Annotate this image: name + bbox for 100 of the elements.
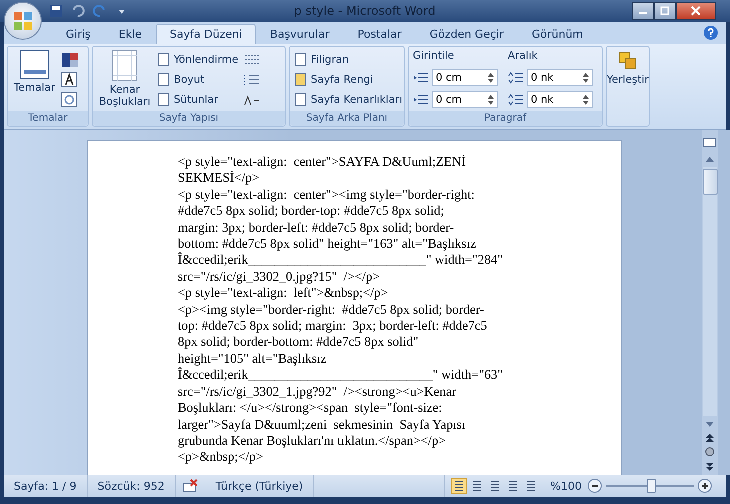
document-text-line: src="/rs/ic/gi_3302_0.jpg?15" /></p> (178, 268, 380, 286)
group-label: Sayfa Yapısı (93, 111, 285, 126)
spin-field[interactable]: 0 cm (432, 91, 498, 108)
document-text-line: bottom: #dde7c5 8px solid" height="163" alt="Başlıksız (178, 236, 476, 252)
zoom-out-button[interactable] (588, 479, 602, 493)
indent-left-icon (413, 70, 429, 84)
zoom-in-button[interactable] (698, 479, 712, 493)
page-lines-icon (470, 480, 483, 492)
group-label: Temalar (8, 111, 88, 126)
browse-object-button[interactable] (703, 446, 717, 458)
document-text-line: 8px solid; border-bottom: #dde7c5 8px solid" (178, 334, 419, 351)
document-text-line: margin: 3px; border-left: #dde7c5 8px solid; border- (178, 220, 454, 236)
page-lines-icon (452, 480, 465, 492)
margins-button[interactable]: Kenar Boşlukları (97, 50, 153, 111)
theme-effects-button[interactable] (61, 90, 80, 109)
plus-icon (701, 482, 709, 490)
ribbon-tab[interactable]: Giriş (52, 24, 105, 44)
page-lines-icon (488, 480, 501, 492)
dropdown-arrow-icon (118, 7, 126, 15)
page-setup-option[interactable]: Boyut (157, 70, 239, 89)
undo-button[interactable] (70, 3, 86, 19)
group-label: Paragraf (409, 111, 602, 126)
help-button[interactable] (704, 26, 718, 40)
themes-button[interactable]: Temalar (12, 50, 58, 111)
spin-field[interactable]: 0 nk (527, 69, 593, 86)
document-text-line: larger">Sayfa D&uuml;zeni sekmesinin Sayfa Yapısı (178, 416, 466, 433)
spacing-after-icon (508, 92, 524, 106)
redo-icon (93, 4, 107, 18)
ribbon-tab[interactable]: Sayfa Düzeni (156, 24, 256, 44)
circle-effect-icon (61, 92, 80, 108)
close-button[interactable] (676, 2, 716, 20)
field-label: Girintile (413, 50, 456, 64)
close-icon (691, 6, 701, 16)
scrollbar-thumb[interactable] (702, 169, 718, 195)
page-setup-option[interactable]: Yönlendirme (157, 50, 239, 69)
maximize-button[interactable] (654, 2, 676, 20)
language-indicator[interactable]: Türkçe (Türkiye) (206, 475, 314, 497)
document-text-line: SEKMESİ</p> (178, 170, 260, 187)
spin-arrows-icon (488, 72, 494, 84)
themes-icon (20, 50, 50, 80)
theme-colors-button[interactable] (61, 50, 80, 69)
layers-icon (617, 50, 639, 72)
page-margins-icon (112, 50, 138, 82)
document-text-line: Î&ccedil;erik___________________________" width="284" (178, 252, 504, 269)
minus-icon (591, 482, 599, 490)
up-arrow-icon (706, 156, 714, 162)
page-background-option[interactable]: Sayfa Rengi (294, 70, 403, 89)
office-button[interactable] (4, 2, 42, 40)
undo-icon (71, 4, 85, 18)
color-swatch-icon (61, 52, 80, 68)
down-arrow-icon (706, 422, 714, 428)
view-mode-button[interactable] (450, 478, 467, 494)
theme-fonts-button[interactable] (61, 70, 80, 89)
double-down-arrow-icon (706, 462, 714, 470)
document-text-line: grubunda Kenar Boşlukları'nı tıklatın.</span></p> (178, 432, 446, 450)
circle-icon (705, 447, 715, 457)
page-background-option[interactable]: Sayfa Kenarlıkları (294, 90, 403, 109)
spin-field[interactable]: 0 cm (432, 69, 498, 86)
spin-arrows-icon (583, 94, 589, 106)
document-text-line: #dde7c5 8px solid; border-top: #dde7c5 8px solid; (178, 203, 444, 220)
word-count[interactable]: Sözcük: 952 (88, 475, 176, 497)
spin-arrows-icon (488, 94, 494, 106)
document-text-line: <p>&nbsp;</p> (178, 449, 264, 466)
office-logo-icon (12, 10, 34, 32)
document-text-line: height="105" alt="Başlıksız (178, 350, 327, 368)
document-text-line: <p style="text-align: center"><img style="border-right: (178, 186, 475, 204)
spin-field[interactable]: 0 nk (527, 91, 593, 108)
spin-arrows-icon (583, 72, 589, 84)
document-text-line: <p style="text-align: left">&nbsp;</p> (178, 285, 388, 302)
line-numbers-icon (242, 72, 261, 86)
ribbon-tab[interactable]: Postalar (344, 24, 416, 44)
page-setup-option[interactable]: Sütunlar (157, 90, 239, 109)
field-label: Aralık (508, 50, 539, 64)
question-mark-icon (707, 28, 715, 38)
zoom-level[interactable]: %100 (544, 480, 588, 492)
page-lines-icon (524, 480, 537, 492)
page-breaks-icon (242, 52, 261, 66)
arrange-button[interactable]: Yerleştir (605, 50, 651, 126)
minimize-button[interactable] (632, 2, 654, 20)
document-text-line: Î&ccedil;erik____________________________" width="63" (178, 367, 504, 384)
page-lines-icon (506, 480, 519, 492)
ribbon-tab[interactable]: Görünüm (518, 24, 598, 44)
ribbon-tab[interactable]: Başvurular (256, 24, 344, 44)
document-text-line: src="/rs/ic/gi_3302_1.jpg?92" /><strong><u>Kenar (178, 384, 456, 400)
font-letter-icon (61, 72, 80, 88)
zoom-slider-thumb[interactable] (647, 479, 656, 493)
page-count[interactable]: Sayfa: 1 / 9 (4, 475, 88, 497)
ribbon-tab[interactable]: Ekle (104, 24, 156, 44)
group-label: Sayfa Arka Planı (290, 111, 404, 126)
window-title: p style - Microsoft Word (294, 4, 436, 18)
save-button[interactable] (48, 3, 64, 19)
document-text-line: top: #dde7c5 8px solid; margin: 3px; border-left: #dde7c5 (178, 318, 488, 334)
indent-right-icon (413, 92, 429, 106)
document-text-line: Boşlukları: </u></strong><span style="font-size: (178, 400, 442, 416)
page-background-option[interactable]: Filigran (294, 50, 403, 69)
double-up-arrow-icon (706, 434, 714, 442)
ribbon-tab[interactable]: Gözden Geçir (416, 24, 518, 44)
spacing-before-icon (508, 70, 524, 84)
document-text-line: <p><img style="border-right: #dde7c5 8px solid; border- (178, 302, 484, 318)
maximize-icon (660, 6, 670, 16)
